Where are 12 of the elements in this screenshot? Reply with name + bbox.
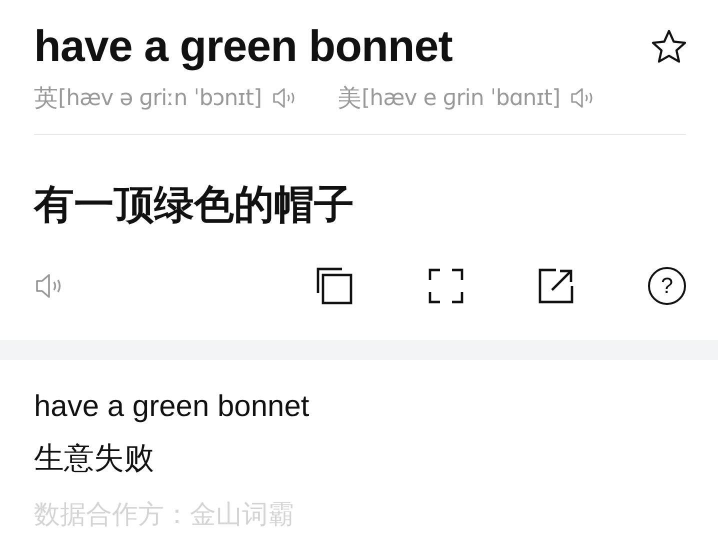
- phonetic: [hæv e ɡrin ˈbɑnɪt]: [362, 86, 560, 110]
- help-icon[interactable]: ?: [648, 267, 686, 305]
- copy-icon[interactable]: [316, 267, 354, 305]
- region-label: 美: [338, 84, 362, 114]
- region-label: 英: [34, 84, 58, 114]
- fullscreen-icon[interactable]: [428, 268, 464, 304]
- phonetic: [hæv ə ɡriːn ˈbɔnɪt]: [58, 86, 262, 110]
- share-icon[interactable]: [538, 268, 574, 304]
- phrase: have a green bonnet: [34, 390, 310, 424]
- translation: 有一顶绿色的帽子: [34, 182, 355, 229]
- headword: have a green bonnet: [34, 22, 452, 72]
- meaning: 生意失败: [34, 441, 155, 477]
